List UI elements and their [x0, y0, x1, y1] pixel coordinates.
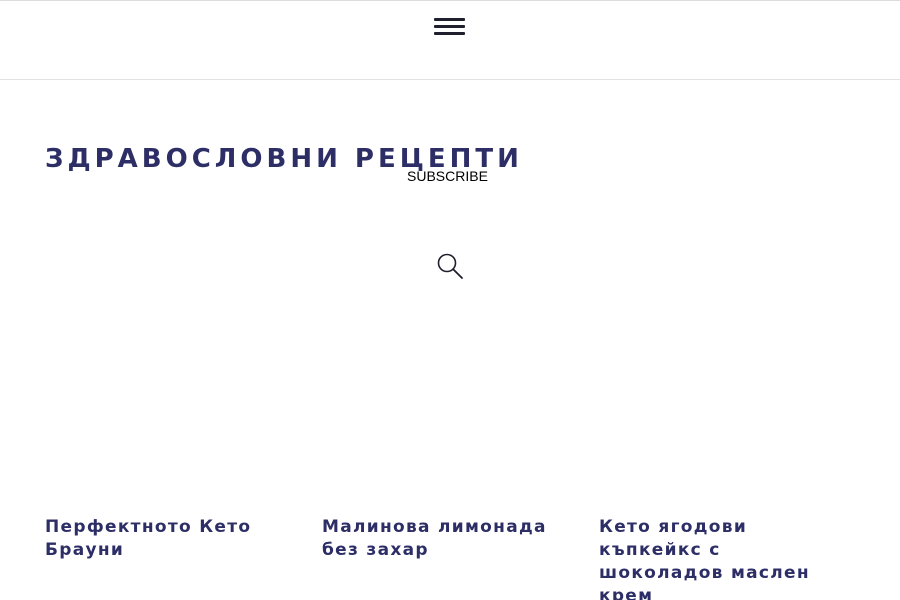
site-header	[0, 1, 900, 80]
menu-line	[434, 32, 465, 35]
recipe-title[interactable]: Кето ягодови къпкейкс с шоколадов маслен…	[599, 516, 849, 600]
recipe-title[interactable]: Перфектното Кето Брауни	[45, 516, 295, 562]
recipe-card[interactable]: Перфектното Кето Брауни	[45, 516, 295, 562]
search-icon-svg	[437, 253, 463, 279]
recipe-card[interactable]: Кето ягодови къпкейкс с шоколадов маслен…	[599, 516, 849, 600]
search-icon[interactable]	[436, 252, 464, 280]
subscribe-link[interactable]: SUBSCRIBE	[407, 167, 488, 185]
recipe-card[interactable]: Малинова лимонада без захар	[322, 516, 572, 562]
page: ЗДРАВОСЛОВНИ РЕЦЕПТИ SUBSCRIBE Перфектно…	[0, 0, 900, 600]
menu-line	[434, 25, 465, 28]
hamburger-menu-icon[interactable]	[433, 16, 467, 38]
menu-line	[434, 18, 465, 21]
recipe-title[interactable]: Малинова лимонада без захар	[322, 516, 572, 562]
